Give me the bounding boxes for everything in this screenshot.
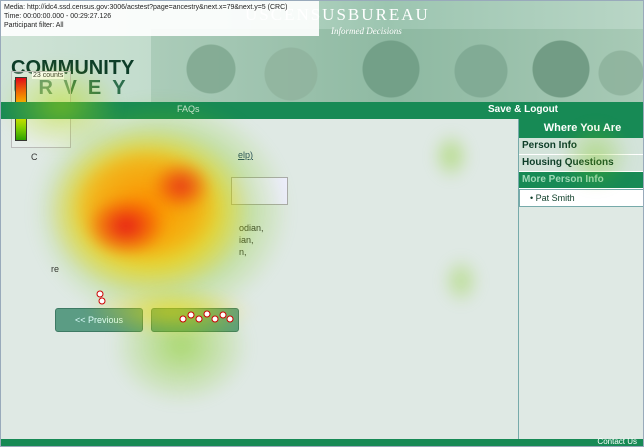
screen-frame: USCENSUSBUREAU Informed Decisions COMMUN… <box>0 0 644 447</box>
click-markers <box>96 290 234 323</box>
click-marker <box>203 310 211 318</box>
click-marker <box>179 315 187 323</box>
click-marker <box>219 311 227 319</box>
click-marker <box>98 297 106 305</box>
click-marker <box>195 315 203 323</box>
click-marker <box>226 315 234 323</box>
click-marker <box>211 315 219 323</box>
click-marker <box>96 290 104 298</box>
click-marker <box>187 311 195 319</box>
